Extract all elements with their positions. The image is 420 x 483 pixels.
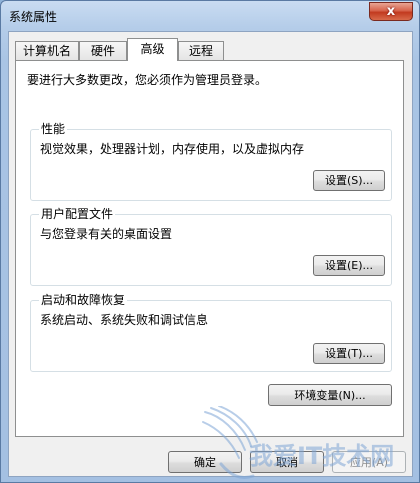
ok-button[interactable]: 确定	[168, 451, 242, 473]
tab-hardware[interactable]: 硬件	[79, 41, 127, 60]
system-properties-window: 系统属性 x 计算机名 硬件 高级 远程 要进行大多数更改，您必须作为管理员登录…	[0, 0, 420, 483]
tab-advanced[interactable]: 高级	[127, 38, 178, 61]
startup-recovery-settings-button[interactable]: 设置(T)...	[313, 343, 385, 364]
window-title: 系统属性	[9, 10, 58, 24]
close-button[interactable]: x	[369, 2, 413, 21]
title-bar[interactable]: 系统属性 x	[1, 1, 419, 31]
tab-remote[interactable]: 远程	[178, 41, 224, 60]
startup-recovery-group: 启动和故障恢复 系统启动、系统失败和调试信息 设置(T)...	[30, 293, 392, 372]
performance-description: 视觉效果，处理器计划，内存使用，以及虚拟内存	[40, 142, 305, 156]
startup-recovery-description: 系统启动、系统失败和调试信息	[40, 313, 209, 327]
user-profiles-settings-button[interactable]: 设置(E)...	[313, 255, 385, 276]
user-profiles-group: 用户配置文件 与您登录有关的桌面设置 设置(E)...	[30, 207, 392, 286]
environment-variables-button[interactable]: 环境变量(N)...	[268, 384, 392, 406]
user-profiles-group-title: 用户配置文件	[39, 207, 116, 221]
cancel-button[interactable]: 取消	[250, 451, 324, 473]
user-profiles-description: 与您登录有关的桌面设置	[40, 227, 173, 241]
performance-group-title: 性能	[39, 122, 68, 136]
startup-recovery-group-title: 启动和故障恢复	[39, 293, 128, 307]
admin-notice: 要进行大多数更改，您必须作为管理员登录。	[27, 73, 268, 87]
performance-settings-button[interactable]: 设置(S)...	[313, 170, 385, 191]
dialog-client-area: 计算机名 硬件 高级 远程 要进行大多数更改，您必须作为管理员登录。 性能 视觉…	[8, 31, 413, 477]
apply-button[interactable]: 应用(A)	[332, 451, 406, 473]
advanced-tab-panel: 要进行大多数更改，您必须作为管理员登录。 性能 视觉效果，处理器计划，内存使用，…	[15, 60, 404, 437]
close-icon: x	[386, 4, 396, 19]
tab-computer-name[interactable]: 计算机名	[15, 41, 79, 60]
performance-group: 性能 视觉效果，处理器计划，内存使用，以及虚拟内存 设置(S)...	[30, 122, 392, 201]
